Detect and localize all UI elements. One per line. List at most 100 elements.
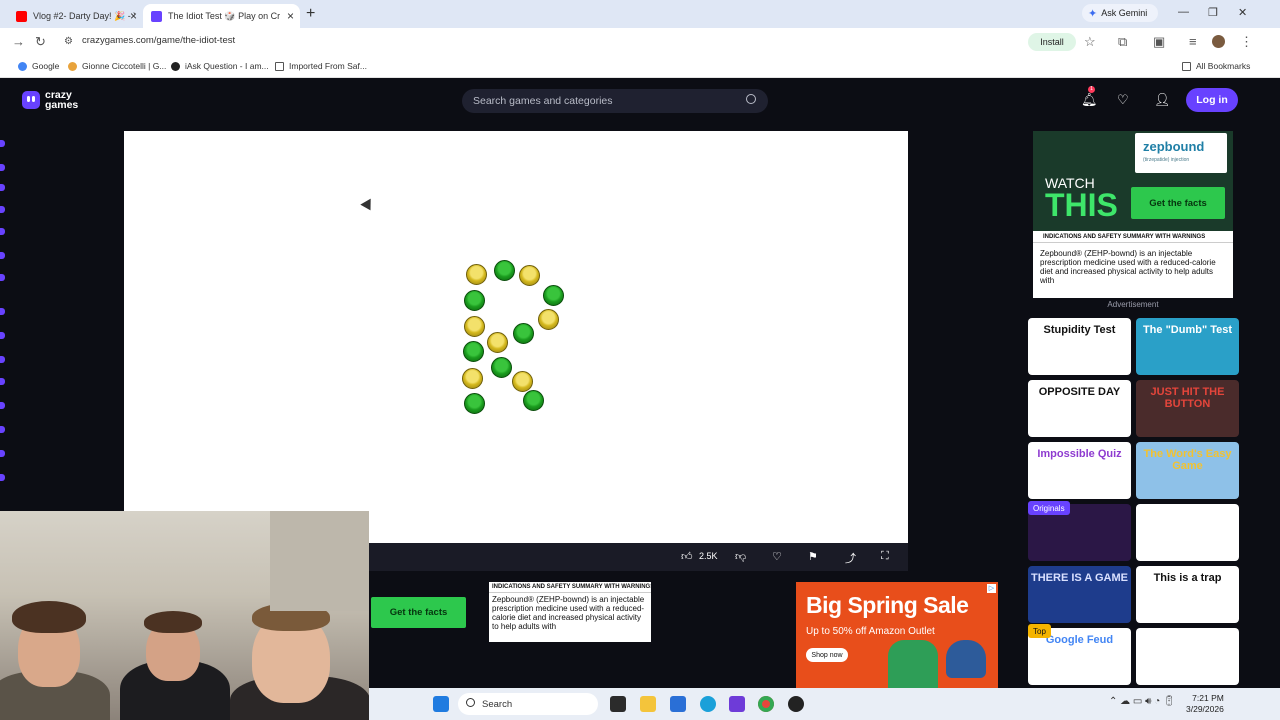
taskbar-clock[interactable]: 7:21 PM 3/29/2026 bbox=[1186, 693, 1224, 715]
site-info-icon[interactable]: ⚙ bbox=[64, 36, 73, 47]
game-thumbnail[interactable]: This is a trap bbox=[1136, 566, 1239, 623]
ad-choices-icon[interactable]: ▷ bbox=[987, 584, 996, 593]
app-icon[interactable] bbox=[729, 696, 745, 712]
back-icon[interactable]: → bbox=[12, 34, 25, 49]
taskbar-search[interactable]: Search bbox=[458, 693, 598, 715]
sidebar-icon[interactable] bbox=[0, 164, 5, 171]
bookmark-iask[interactable]: iAsk Question - I am... bbox=[171, 61, 269, 71]
green-coin[interactable] bbox=[491, 357, 512, 378]
sidebar-icon[interactable] bbox=[0, 228, 5, 235]
sidebar-icon[interactable] bbox=[0, 356, 5, 363]
tab-crazygames[interactable]: The Idiot Test 🎲 Play on Crazy × bbox=[143, 4, 300, 28]
ask-gemini-button[interactable]: ✦ Ask Gemini bbox=[1082, 4, 1158, 22]
game-canvas[interactable] bbox=[124, 131, 908, 543]
reload-icon[interactable]: ↻ bbox=[35, 34, 46, 50]
game-thumbnail[interactable]: THERE IS A GAME bbox=[1028, 566, 1131, 623]
green-coin[interactable] bbox=[464, 290, 485, 311]
ad-sidebar-zepbound[interactable]: zepbound (tirzepatide) injection WATCH T… bbox=[1033, 131, 1233, 298]
sidebar-icon[interactable] bbox=[0, 206, 5, 213]
share-icon[interactable]: ⤴ bbox=[845, 550, 856, 566]
yellow-coin[interactable] bbox=[512, 371, 533, 392]
clock-time: 7:21 PM bbox=[1192, 693, 1224, 703]
install-button[interactable]: Install bbox=[1028, 33, 1076, 51]
game-thumbnail[interactable]: JUST HIT THE BUTTON bbox=[1136, 380, 1239, 437]
green-coin[interactable] bbox=[543, 285, 564, 306]
notification-badge: 1 bbox=[1088, 86, 1095, 93]
sidebar-icon[interactable] bbox=[0, 308, 5, 315]
get-facts-button[interactable]: Get the facts bbox=[371, 597, 466, 628]
system-tray-icons[interactable]: ⌃ ☁ ▭ 🔊︎ ◔ 🔋︎ bbox=[1109, 696, 1176, 707]
maximize-icon[interactable]: ❐ bbox=[1208, 6, 1218, 19]
sidebar-icon[interactable] bbox=[0, 332, 5, 339]
yellow-coin[interactable] bbox=[466, 264, 487, 285]
green-coin[interactable] bbox=[523, 390, 544, 411]
green-coin[interactable] bbox=[494, 260, 515, 281]
new-tab-button[interactable]: + bbox=[306, 5, 315, 23]
green-coin[interactable] bbox=[513, 323, 534, 344]
sidebar-icon[interactable] bbox=[0, 450, 5, 457]
game-thumbnail[interactable]: Stupidity Test bbox=[1028, 318, 1131, 375]
green-coin[interactable] bbox=[463, 341, 484, 362]
sidebar-icon[interactable] bbox=[0, 140, 5, 147]
favorite-heart-icon[interactable]: ♡ bbox=[772, 550, 782, 563]
search-input[interactable]: Search games and categories bbox=[462, 89, 768, 113]
app-icon[interactable] bbox=[788, 696, 804, 712]
menu-icon[interactable]: ⋮ bbox=[1240, 34, 1253, 50]
sidebar-icon[interactable]: ▣ bbox=[1153, 34, 1165, 50]
tab-youtube[interactable]: Vlog #2- Darty Day! 🎉 - YouTu × bbox=[8, 4, 143, 28]
bookmark-gionne[interactable]: Gionne Ciccotelli | G... bbox=[68, 61, 166, 71]
yellow-coin[interactable] bbox=[462, 368, 483, 389]
thumbs-up-icon[interactable]: 👍︎ bbox=[681, 550, 693, 563]
close-window-icon[interactable]: ✕ bbox=[1238, 6, 1247, 19]
sidebar-icon[interactable] bbox=[0, 474, 5, 481]
minimize-icon[interactable]: — bbox=[1178, 6, 1189, 18]
search-placeholder: Search games and categories bbox=[473, 95, 613, 107]
sidebar-icon[interactable] bbox=[0, 184, 5, 191]
close-tab-icon[interactable]: × bbox=[287, 9, 294, 23]
game-thumbnail[interactable] bbox=[1136, 504, 1239, 561]
yellow-coin[interactable] bbox=[487, 332, 508, 353]
profile-avatar[interactable] bbox=[1212, 35, 1225, 48]
sidebar-icon[interactable] bbox=[0, 426, 5, 433]
sidebar-icon[interactable] bbox=[0, 252, 5, 259]
game-thumbnail[interactable]: The "Dumb" Test bbox=[1136, 318, 1239, 375]
report-icon[interactable]: ⚑ bbox=[808, 550, 818, 563]
crazygames-logo[interactable]: crazy games bbox=[22, 90, 78, 110]
game-thumbnail[interactable]: The Word's Easy Game bbox=[1136, 442, 1239, 499]
bookmark-imported[interactable]: Imported From Saf... bbox=[275, 61, 367, 71]
yellow-coin[interactable] bbox=[464, 316, 485, 337]
bell-icon[interactable]: 🔔︎ bbox=[1081, 92, 1098, 108]
store-icon[interactable] bbox=[670, 696, 686, 712]
bookmark-google[interactable]: Google bbox=[18, 61, 59, 71]
game-thumbnail[interactable] bbox=[1136, 628, 1239, 685]
yellow-coin[interactable] bbox=[538, 309, 559, 330]
ad-banner-zepbound[interactable]: Get the facts INDICATIONS AND SAFETY SUM… bbox=[369, 582, 652, 642]
chrome-icon[interactable] bbox=[758, 696, 774, 712]
close-tab-icon[interactable]: × bbox=[130, 9, 137, 23]
ad-banner-spring-sale[interactable]: Big Spring Sale Up to 50% off Amazon Out… bbox=[796, 582, 998, 688]
address-bar[interactable]: crazygames.com/game/the-idiot-test bbox=[82, 35, 235, 46]
extensions-icon[interactable]: ⧉ bbox=[1118, 34, 1127, 50]
game-thumbnail[interactable]: OPPOSITE DAY bbox=[1028, 380, 1131, 437]
media-icon[interactable]: ≡ bbox=[1189, 34, 1197, 49]
game-thumbnail[interactable]: Impossible Quiz bbox=[1028, 442, 1131, 499]
shop-now-button[interactable]: Shop now bbox=[806, 648, 848, 662]
get-facts-button[interactable]: Get the facts bbox=[1131, 187, 1225, 219]
search-icon[interactable] bbox=[746, 94, 756, 104]
sidebar-icon[interactable] bbox=[0, 274, 5, 281]
green-coin[interactable] bbox=[464, 393, 485, 414]
task-view-icon[interactable] bbox=[610, 696, 626, 712]
sidebar-icon[interactable] bbox=[0, 402, 5, 409]
thumbs-down-icon[interactable]: 👎︎ bbox=[735, 550, 746, 563]
sidebar-icon[interactable] bbox=[0, 378, 5, 385]
edge-icon[interactable] bbox=[700, 696, 716, 712]
login-button[interactable]: Log in bbox=[1186, 88, 1238, 112]
fullscreen-icon[interactable]: ⛶ bbox=[881, 550, 889, 563]
yellow-coin[interactable] bbox=[519, 265, 540, 286]
file-explorer-icon[interactable] bbox=[640, 696, 656, 712]
heart-icon[interactable]: ♡ bbox=[1117, 92, 1129, 108]
windows-start-icon[interactable] bbox=[433, 696, 449, 712]
star-icon[interactable]: ☆ bbox=[1084, 34, 1096, 50]
user-icon[interactable]: 👤︎ bbox=[1154, 92, 1171, 108]
all-bookmarks[interactable]: All Bookmarks bbox=[1182, 61, 1250, 71]
